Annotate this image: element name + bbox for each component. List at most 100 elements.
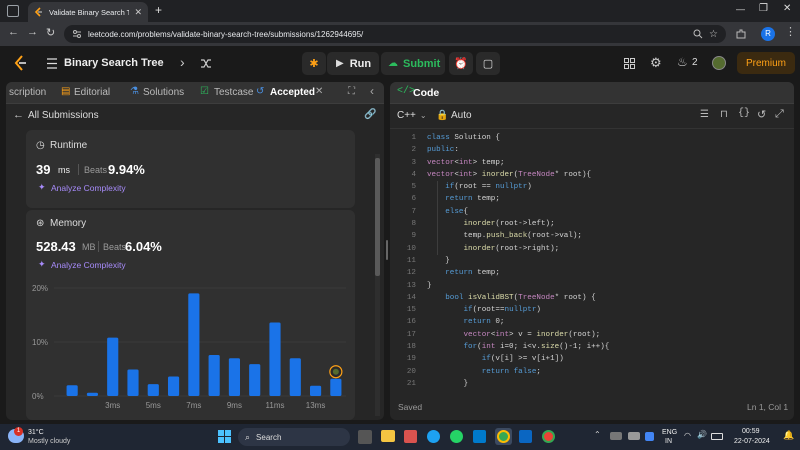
chart-bar[interactable] xyxy=(309,385,322,396)
next-problem-icon[interactable]: › xyxy=(180,54,185,70)
address-bar[interactable]: leetcode.com/problems/validate-binary-se… xyxy=(64,25,726,43)
forward-icon[interactable]: → xyxy=(27,26,38,38)
streak-fire-icon[interactable]: ♨ xyxy=(677,55,688,69)
code-line[interactable]: for(int i=0; i<v.size()-1; i++){ xyxy=(427,341,787,353)
problem-list-icon[interactable] xyxy=(46,58,58,69)
chart-bar[interactable] xyxy=(167,376,180,396)
whatsapp-icon[interactable] xyxy=(450,430,463,443)
submit-button[interactable]: ☁ Submit xyxy=(381,52,445,75)
store-icon[interactable] xyxy=(404,430,417,443)
code-line[interactable]: return false; xyxy=(427,366,787,378)
browser-menu-icon[interactable]: ⋮ xyxy=(785,25,796,38)
user-avatar[interactable] xyxy=(712,56,726,70)
tray-app-icon[interactable] xyxy=(628,432,640,440)
chart-bar[interactable] xyxy=(269,322,281,396)
scrollbar-track[interactable] xyxy=(375,154,380,416)
tab-accepted[interactable]: Accepted xyxy=(270,87,315,98)
code-line[interactable]: vector<int> inorder(TreeNode* root){ xyxy=(427,169,787,181)
settings-gear-icon[interactable]: ⚙ xyxy=(650,55,662,71)
problem-title[interactable]: Binary Search Tree xyxy=(64,57,164,69)
braces-icon[interactable]: {} xyxy=(738,108,750,119)
code-line[interactable]: temp.push_back(root->val); xyxy=(427,230,787,242)
shuffle-icon[interactable] xyxy=(200,58,212,69)
code-line[interactable]: if(root == nullptr) xyxy=(427,181,787,193)
tab-description[interactable]: scription xyxy=(9,87,46,98)
timer-button[interactable]: ⏰ xyxy=(449,52,473,75)
reload-icon[interactable]: ↻ xyxy=(46,26,55,39)
code-line[interactable]: class Solution { xyxy=(427,132,787,144)
chart-bar[interactable] xyxy=(228,358,241,396)
leetcode-logo-icon[interactable] xyxy=(14,55,28,72)
all-submissions-link[interactable]: All Submissions xyxy=(28,110,99,121)
layout-grid-icon[interactable] xyxy=(624,58,635,69)
memory-analyze-link[interactable]: Analyze Complexity xyxy=(51,260,126,270)
clock-date[interactable]: 22-07-2024 xyxy=(734,438,770,445)
language-selector[interactable]: C++ ⌄ xyxy=(397,110,427,121)
code-line[interactable]: if(root==nullptr) xyxy=(427,304,787,316)
chart-bar[interactable] xyxy=(330,378,342,396)
minimize-icon[interactable]: — xyxy=(736,4,745,14)
panel-resize-handle[interactable] xyxy=(386,240,388,260)
code-line[interactable]: return 0; xyxy=(427,316,787,328)
chart-bar[interactable] xyxy=(127,369,139,396)
tray-drive-icon[interactable] xyxy=(645,432,654,441)
language-bottom[interactable]: IN xyxy=(665,438,672,445)
code-line[interactable]: inorder(root->right); xyxy=(427,243,787,255)
auto-mode-label[interactable]: Auto xyxy=(451,110,472,121)
premium-button[interactable]: Premium xyxy=(737,52,795,74)
code-line[interactable]: bool isValidBST(TreeNode* root) { xyxy=(427,292,787,304)
code-editor[interactable]: class Solution {public: vector<int> temp;… xyxy=(427,132,787,390)
code-line[interactable]: } xyxy=(427,255,787,267)
code-line[interactable]: if(v[i] >= v[i+1]) xyxy=(427,353,787,365)
reset-icon[interactable]: ↺ xyxy=(757,108,766,121)
prev-problem-icon[interactable]: ‹ xyxy=(157,54,162,70)
chart-bar[interactable] xyxy=(66,385,78,396)
close-window-icon[interactable]: ✕ xyxy=(783,3,791,14)
tab-solutions[interactable]: Solutions xyxy=(143,87,184,98)
notes-button[interactable]: ▢ xyxy=(476,52,500,75)
task-view-icon[interactable] xyxy=(358,430,372,444)
browser-tab[interactable]: Validate Binary Search Tree - Leetc ✕ xyxy=(28,2,148,22)
chart-bar[interactable] xyxy=(249,364,261,396)
maximize-panel-icon[interactable]: ⛶ xyxy=(348,86,355,97)
collapse-panel-icon[interactable]: ‹ xyxy=(370,84,374,98)
zoom-icon[interactable] xyxy=(693,29,703,39)
back-icon[interactable]: ← xyxy=(8,26,19,38)
restore-icon[interactable]: ❐ xyxy=(759,3,768,14)
extensions-icon[interactable] xyxy=(735,28,747,40)
site-info-icon[interactable] xyxy=(72,29,82,39)
code-line[interactable]: else{ xyxy=(427,206,787,218)
linkedin-icon[interactable] xyxy=(519,430,532,443)
chart-bar[interactable] xyxy=(208,354,220,396)
chart-bar[interactable] xyxy=(147,384,159,396)
bookmark-icon[interactable]: ⊓ xyxy=(720,109,728,120)
volume-icon[interactable]: 🔊 xyxy=(697,430,707,439)
tab-search-icon[interactable] xyxy=(7,5,19,17)
chrome-icon[interactable] xyxy=(497,430,510,443)
code-line[interactable]: vector<int> temp; xyxy=(427,157,787,169)
vscode-icon[interactable] xyxy=(473,430,486,443)
code-line[interactable]: inorder(root->left); xyxy=(427,218,787,230)
tab-testcase[interactable]: Testcase xyxy=(214,87,253,98)
windows-start-icon[interactable] xyxy=(218,430,231,443)
clock-time[interactable]: 00:59 xyxy=(742,428,760,435)
notifications-bell-icon[interactable]: 🔔 xyxy=(783,430,794,441)
format-icon[interactable]: ☰ xyxy=(700,109,709,120)
tray-chevron-icon[interactable]: ⌃ xyxy=(594,430,601,439)
code-line[interactable]: } xyxy=(427,280,787,292)
code-line[interactable]: public: xyxy=(427,144,787,156)
language-top[interactable]: ENG xyxy=(662,429,677,436)
code-line[interactable]: return temp; xyxy=(427,267,787,279)
scrollbar-thumb[interactable] xyxy=(375,158,380,276)
wifi-icon[interactable]: ◠ xyxy=(684,431,691,440)
chart-bar[interactable] xyxy=(289,358,301,396)
run-button[interactable]: ▶ Run xyxy=(327,52,379,75)
debug-button[interactable]: ✱ xyxy=(302,52,326,75)
runtime-analyze-link[interactable]: Analyze Complexity xyxy=(51,183,126,193)
edge-icon[interactable] xyxy=(427,430,440,443)
memory-card[interactable]: ⊛ Memory 528.43 MB Beats 6.04% ✦ Analyze… xyxy=(26,210,355,420)
link-icon[interactable]: 🔗 xyxy=(364,109,376,120)
chart-bar[interactable] xyxy=(107,337,119,396)
file-explorer-icon[interactable] xyxy=(381,430,395,442)
code-line[interactable]: vector<int> v = inorder(root); xyxy=(427,329,787,341)
